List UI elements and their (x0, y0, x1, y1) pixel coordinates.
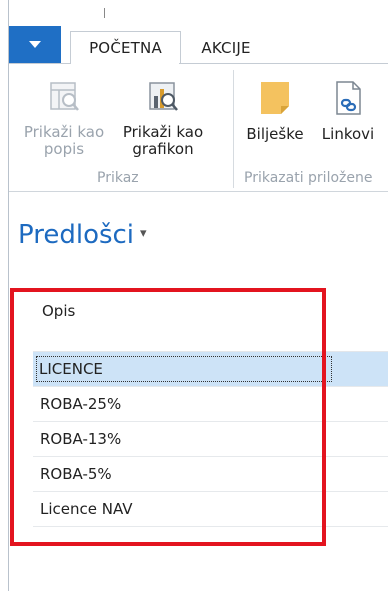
table-row[interactable]: ROBA-5% (33, 457, 388, 492)
links-label: Linkovi (321, 125, 375, 143)
table-cell: Licence NAV (40, 500, 133, 518)
table-row[interactable]: ROBA-25% (33, 387, 388, 422)
chevron-down-icon (29, 41, 41, 48)
window-top-strip (0, 0, 388, 26)
ribbon-group-separator (233, 70, 234, 188)
table-row[interactable]: Licence NAV (33, 492, 388, 527)
table-cell: ROBA-5% (40, 465, 112, 483)
column-header-opis[interactable]: Opis (42, 302, 75, 320)
table-cell: ROBA-13% (40, 430, 122, 448)
table-row[interactable]: LICENCE (33, 352, 388, 387)
table-cell: LICENCE (36, 356, 332, 382)
window-left-border (0, 0, 9, 591)
table-cell: ROBA-25% (40, 395, 122, 413)
show-as-list-label: Prikaži kao popis (23, 123, 105, 158)
file-menu-button[interactable] (9, 26, 61, 63)
group-label-prikaz: Prikaz (97, 170, 139, 186)
links-button[interactable]: Linkovi (315, 80, 381, 143)
page-title: Predlošci (18, 220, 135, 250)
tab-pocetna[interactable]: POČETNA (70, 31, 181, 64)
chart-view-icon (146, 80, 180, 118)
notes-button[interactable]: Bilješke (238, 80, 312, 143)
list-view-icon (47, 80, 81, 118)
show-as-chart-button[interactable]: Prikaži kao grafikon (114, 80, 212, 158)
show-as-list-button[interactable]: Prikaži kao popis (18, 80, 110, 158)
notes-label: Bilješke (246, 125, 304, 143)
table-body: LICENCE ROBA-25% ROBA-13% ROBA-5% Licenc… (33, 352, 388, 527)
title-dropdown-icon[interactable]: ▾ (140, 226, 147, 241)
show-as-chart-label: Prikaži kao grafikon (122, 123, 204, 158)
divider (104, 8, 105, 18)
table-row[interactable]: ROBA-13% (33, 422, 388, 457)
group-label-prikazati-prilozene: Prikazati priložene (244, 170, 373, 186)
link-document-icon (331, 80, 365, 120)
note-icon (258, 80, 292, 120)
tab-akcije[interactable]: AKCIJE (190, 32, 262, 63)
